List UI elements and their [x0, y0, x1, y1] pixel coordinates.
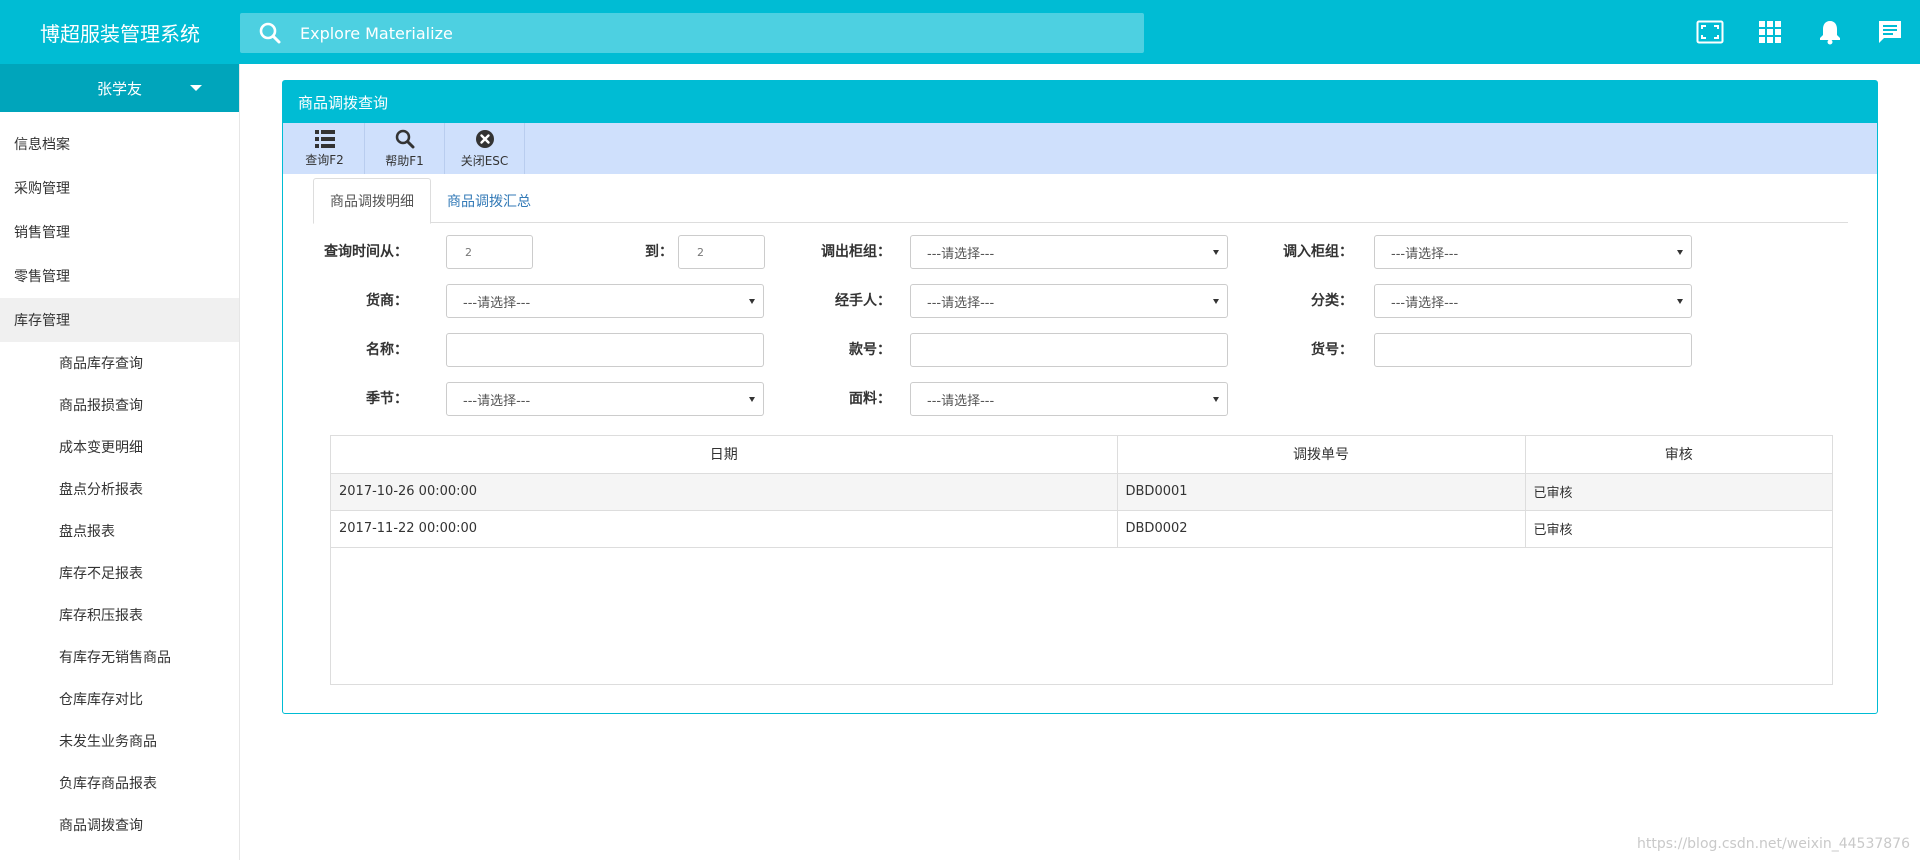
season-select[interactable]: ---请选择---: [446, 382, 764, 416]
cell-date: 2017-10-26 00:00:00: [331, 473, 1118, 511]
help-button[interactable]: 帮助F1: [365, 123, 445, 174]
app-title[interactable]: 博超服装管理系统: [0, 0, 240, 64]
sidebar-subitem[interactable]: 有库存无销售商品: [0, 636, 239, 678]
category-label: 分类：: [1311, 293, 1353, 309]
vendor-select[interactable]: ---请选择---: [446, 284, 764, 318]
item-no-label: 货号：: [1311, 342, 1353, 358]
tab-bar: 商品调拨明细 商品调拨汇总: [313, 178, 1848, 224]
user-menu[interactable]: 张学友: [0, 64, 239, 112]
column-header-audit[interactable]: 审核: [1525, 436, 1832, 474]
tab-transfer-detail[interactable]: 商品调拨明细: [313, 178, 431, 224]
name-label: 名称：: [366, 342, 408, 358]
fabric-select[interactable]: ---请选择---: [910, 382, 1228, 416]
tab-transfer-summary[interactable]: 商品调拨汇总: [431, 178, 547, 223]
sidebar-subitem[interactable]: 盘点报表: [0, 510, 239, 552]
in-group-label: 调入柜组：: [1283, 244, 1353, 260]
column-header-transfer-no[interactable]: 调拨单号: [1117, 436, 1526, 474]
item-no-input[interactable]: [1374, 333, 1692, 367]
sidebar-item-purchase[interactable]: 采购管理: [0, 166, 239, 210]
cell-audit: 已审核: [1525, 473, 1832, 511]
time-from-input[interactable]: 2: [446, 235, 533, 269]
help-button-label: 帮助F1: [385, 153, 424, 168]
query-button[interactable]: 查询F2: [285, 123, 365, 174]
time-to-input[interactable]: 2: [678, 235, 765, 269]
sidebar-item-inventory[interactable]: 库存管理: [0, 298, 239, 342]
cell-date: 2017-11-22 00:00:00: [331, 510, 1118, 548]
chevron-down-icon[interactable]: [190, 85, 202, 91]
season-label: 季节：: [366, 391, 408, 407]
apps-grid-icon[interactable]: [1740, 0, 1800, 64]
time-from-label: 查询时间从：: [324, 244, 408, 260]
magnifier-icon: [395, 129, 414, 148]
style-no-label: 款号：: [849, 342, 891, 358]
sidebar-subitem[interactable]: 商品库存查询: [0, 342, 239, 384]
handler-select[interactable]: ---请选择---: [910, 284, 1228, 318]
column-header-date[interactable]: 日期: [331, 436, 1118, 474]
out-group-select[interactable]: ---请选择---: [910, 235, 1228, 269]
notifications-bell-icon[interactable]: [1800, 0, 1860, 64]
sidebar-menu: 信息档案 采购管理 销售管理 零售管理 库存管理 商品库存查询 商品报损查询 成…: [0, 122, 239, 846]
fullscreen-icon[interactable]: [1680, 0, 1740, 64]
top-icon-group: [1680, 0, 1920, 64]
top-bar: 博超服装管理系统 Explore Materialize: [0, 0, 1920, 64]
sidebar-subitem[interactable]: 库存不足报表: [0, 552, 239, 594]
sidebar-subitem[interactable]: 负库存商品报表: [0, 762, 239, 804]
table-header-row: 日期 调拨单号 审核: [331, 436, 1832, 474]
out-group-label: 调出柜组：: [821, 244, 891, 260]
style-no-input[interactable]: [910, 333, 1228, 367]
sidebar-subitem[interactable]: 盘点分析报表: [0, 468, 239, 510]
sidebar-subitem[interactable]: 未发生业务商品: [0, 720, 239, 762]
transfer-query-panel: 商品调拨查询 查询F2 帮助F1 关闭ESC 商品调拨明细 商品调拨汇总 查询时…: [282, 80, 1878, 714]
sidebar-subitem[interactable]: 库存积压报表: [0, 594, 239, 636]
sidebar-item-archive[interactable]: 信息档案: [0, 122, 239, 166]
handler-label: 经手人：: [835, 293, 891, 309]
sidebar-subitem[interactable]: 商品报损查询: [0, 384, 239, 426]
query-button-label: 查询F2: [305, 152, 344, 167]
close-button[interactable]: 关闭ESC: [445, 123, 525, 174]
watermark: https://blog.csdn.net/weixin_44537876: [1636, 836, 1910, 852]
toolbar: 查询F2 帮助F1 关闭ESC: [283, 123, 1877, 174]
table-row[interactable]: 2017-11-22 00:00:00 DBD0002 已审核: [331, 510, 1832, 548]
vendor-label: 货商：: [366, 293, 408, 309]
sidebar-item-sales[interactable]: 销售管理: [0, 210, 239, 254]
name-input[interactable]: [446, 333, 764, 367]
in-group-select[interactable]: ---请选择---: [1374, 235, 1692, 269]
cell-transfer-no: DBD0001: [1117, 473, 1526, 511]
sidebar-subitem-transfer-query[interactable]: 商品调拨查询: [0, 804, 239, 846]
transfer-table: 日期 调拨单号 审核 2017-10-26 00:00:00 DBD0001 已…: [330, 435, 1833, 685]
sidebar: 张学友 信息档案 采购管理 销售管理 零售管理 库存管理 商品库存查询 商品报损…: [0, 64, 240, 860]
list-icon: [314, 129, 335, 148]
search-icon[interactable]: [240, 13, 300, 53]
panel-title: 商品调拨查询: [283, 81, 1877, 123]
fabric-label: 面料：: [849, 391, 891, 407]
cell-transfer-no: DBD0002: [1117, 510, 1526, 548]
category-select[interactable]: ---请选择---: [1374, 284, 1692, 318]
search-bar[interactable]: Explore Materialize: [240, 13, 1144, 53]
time-to-label: 到：: [645, 244, 673, 260]
user-name: 张学友: [96, 79, 142, 98]
search-input[interactable]: Explore Materialize: [300, 24, 453, 43]
chat-message-icon[interactable]: [1860, 0, 1920, 64]
table-row[interactable]: 2017-10-26 00:00:00 DBD0001 已审核: [331, 473, 1832, 511]
sidebar-subitem[interactable]: 仓库库存对比: [0, 678, 239, 720]
close-circle-icon: [475, 129, 494, 148]
sidebar-item-retail[interactable]: 零售管理: [0, 254, 239, 298]
cell-audit: 已审核: [1525, 510, 1832, 548]
sidebar-subitem[interactable]: 成本变更明细: [0, 426, 239, 468]
close-button-label: 关闭ESC: [460, 153, 509, 168]
